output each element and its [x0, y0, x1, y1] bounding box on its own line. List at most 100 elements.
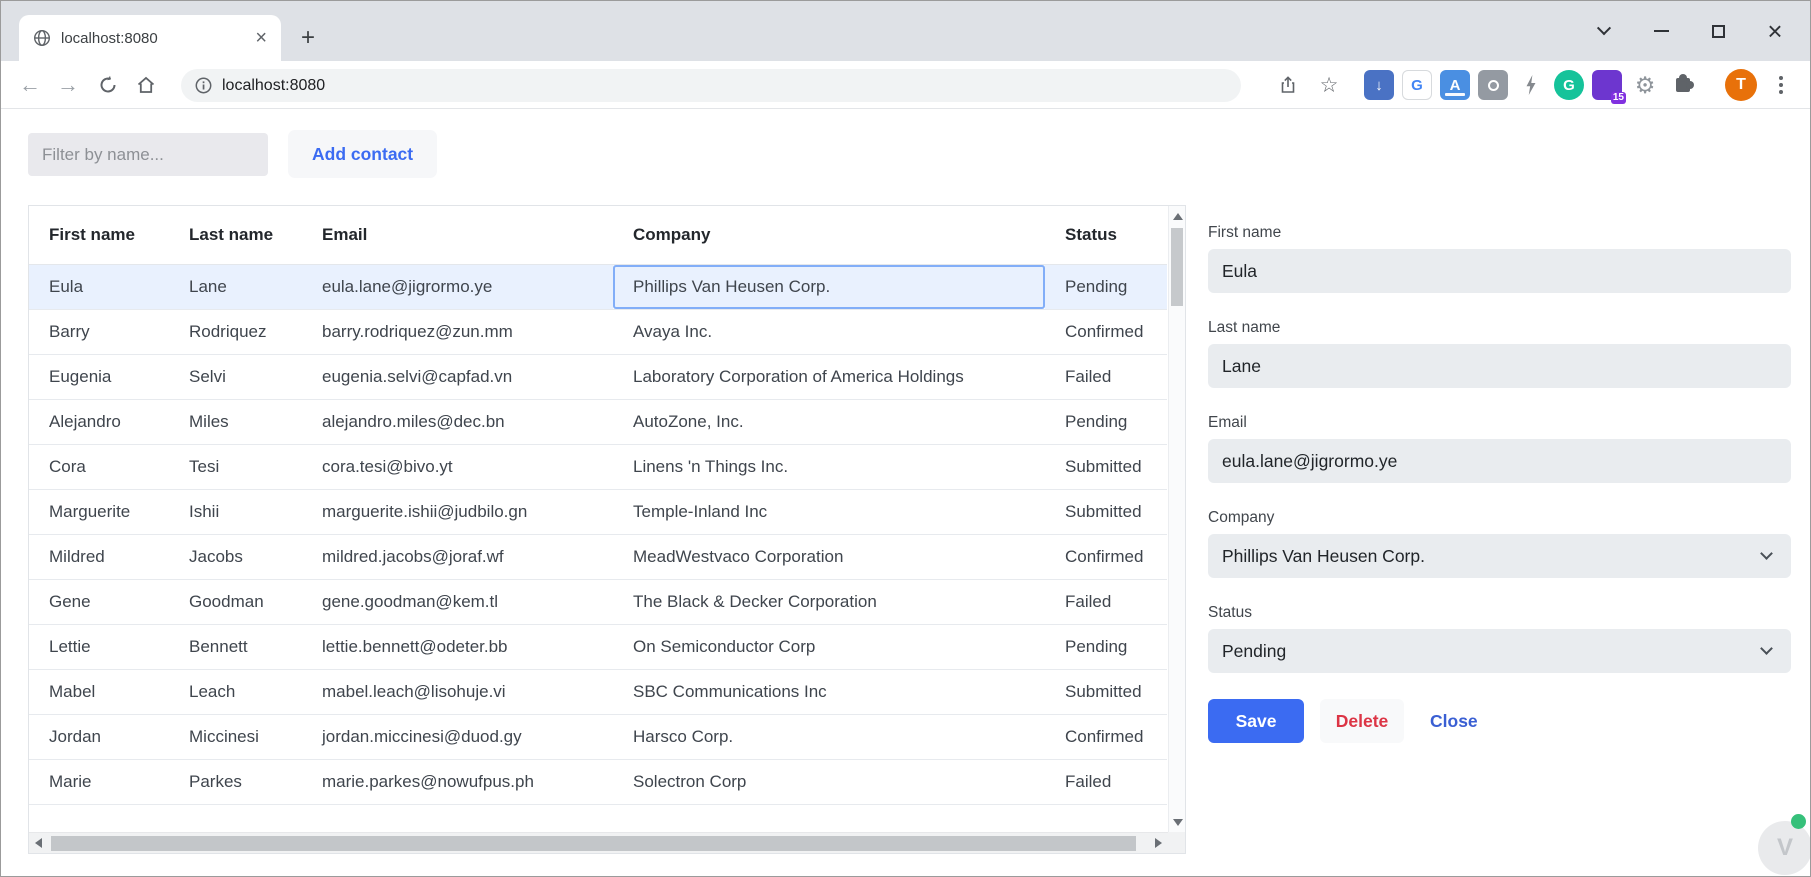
cell-email[interactable]: alejandro.miles@dec.bn [302, 399, 613, 445]
table-row[interactable]: Marguerite Ishii marguerite.ishii@judbilo.… [29, 489, 1167, 535]
cell-last[interactable]: Ishii [169, 489, 302, 535]
delete-button[interactable]: Delete [1320, 699, 1404, 743]
table-row[interactable]: Eugenia Selvi eugenia.selvi@capfad.vn Labor… [29, 354, 1167, 400]
grammarly-extension-icon[interactable]: G [1554, 70, 1584, 100]
cell-email[interactable]: lettie.bennett@odeter.bb [302, 624, 613, 670]
profile-avatar[interactable]: T [1725, 69, 1757, 101]
cell-company[interactable]: The Black & Decker Corporation [613, 579, 1045, 625]
save-button[interactable]: Save [1208, 699, 1304, 743]
cell-first[interactable]: Lettie [29, 624, 169, 670]
cell-status[interactable]: Pending [1045, 624, 1167, 670]
bookmark-star-icon[interactable]: ☆ [1314, 70, 1344, 100]
last-name-field[interactable] [1208, 344, 1791, 388]
cell-last[interactable]: Parkes [169, 759, 302, 805]
company-select[interactable]: Phillips Van Heusen Corp. [1208, 534, 1791, 578]
cell-first[interactable]: Marguerite [29, 489, 169, 535]
cell-company[interactable]: Harsco Corp. [613, 714, 1045, 760]
cell-company[interactable]: Solectron Corp [613, 759, 1045, 805]
cell-status[interactable]: Failed [1045, 354, 1167, 400]
site-info-icon[interactable] [195, 77, 212, 94]
table-row[interactable]: Cora Tesi cora.tesi@bivo.yt Linens 'n Thing… [29, 444, 1167, 490]
browser-tab[interactable]: localhost:8080 × [19, 15, 281, 61]
status-select[interactable]: Pending [1208, 629, 1791, 673]
cell-status[interactable]: Pending [1045, 399, 1167, 445]
cell-status[interactable]: Submitted [1045, 669, 1167, 715]
cell-status[interactable]: Failed [1045, 579, 1167, 625]
cell-email[interactable]: jordan.miccinesi@duod.gy [302, 714, 613, 760]
address-url[interactable]: localhost:8080 [222, 77, 325, 95]
browser-menu-icon[interactable] [1775, 74, 1787, 96]
tab-close-icon[interactable]: × [253, 28, 269, 48]
reload-icon[interactable] [93, 70, 123, 100]
cell-last[interactable]: Miccinesi [169, 714, 302, 760]
cell-first[interactable]: Eula [29, 264, 169, 310]
table-row[interactable]: Eula Lane eula.lane@jigrormo.ye Phillips Va… [29, 264, 1167, 310]
puzzle-extensions-icon[interactable] [1668, 70, 1698, 100]
cell-first[interactable]: Jordan [29, 714, 169, 760]
input-tools-extension-icon[interactable]: A [1440, 70, 1470, 100]
cell-last[interactable]: Jacobs [169, 534, 302, 580]
cell-last[interactable]: Selvi [169, 354, 302, 400]
cell-company[interactable]: MeadWestvaco Corporation [613, 534, 1045, 580]
filter-input[interactable] [28, 133, 268, 176]
window-minimize-button[interactable] [1641, 11, 1681, 51]
table-row[interactable]: Lettie Bennett lettie.bennett@odeter.bb On … [29, 624, 1167, 670]
cell-company[interactable]: SBC Communications Inc [613, 669, 1045, 715]
window-close-button[interactable]: × [1755, 11, 1795, 51]
scroll-left-arrow-icon[interactable] [35, 838, 42, 848]
table-row[interactable]: Marie Parkes marie.parkes@nowufpus.ph Solec… [29, 759, 1167, 805]
cell-last[interactable]: Goodman [169, 579, 302, 625]
cell-email[interactable]: gene.goodman@kem.tl [302, 579, 613, 625]
new-tab-button[interactable]: + [293, 23, 323, 53]
cell-first[interactable]: Marie [29, 759, 169, 805]
horizontal-scroll-thumb[interactable] [51, 836, 1136, 851]
cell-last[interactable]: Tesi [169, 444, 302, 490]
cell-email[interactable]: eula.lane@jigrormo.ye [302, 264, 613, 310]
window-menu-chevron-icon[interactable] [1584, 11, 1624, 51]
table-row[interactable]: Mabel Leach mabel.leach@lisohuje.vi SBC Com… [29, 669, 1167, 715]
purple-extension-icon[interactable]: 15 [1592, 70, 1626, 104]
lightning-extension-icon[interactable] [1516, 70, 1546, 100]
table-row[interactable]: Mildred Jacobs mildred.jacobs@joraf.wf Mead… [29, 534, 1167, 580]
cell-last[interactable]: Miles [169, 399, 302, 445]
cell-company[interactable]: AutoZone, Inc. [613, 399, 1045, 445]
cell-company[interactable]: Temple-Inland Inc [613, 489, 1045, 535]
scroll-down-arrow-icon[interactable] [1173, 819, 1183, 826]
vertical-scroll-thumb[interactable] [1171, 228, 1183, 306]
gear-extension-icon[interactable]: ⚙ [1630, 70, 1660, 100]
cell-status[interactable]: Pending [1045, 264, 1167, 310]
cell-first[interactable]: Alejandro [29, 399, 169, 445]
translate-extension-icon[interactable]: G [1402, 70, 1432, 100]
close-button[interactable]: Close [1430, 699, 1478, 743]
camera-extension-icon[interactable] [1478, 70, 1508, 100]
vertical-scrollbar[interactable] [1168, 206, 1185, 833]
cell-company[interactable]: Avaya Inc. [613, 309, 1045, 355]
scroll-up-arrow-icon[interactable] [1173, 213, 1183, 220]
scroll-right-arrow-icon[interactable] [1155, 838, 1162, 848]
cell-email[interactable]: marguerite.ishii@judbilo.gn [302, 489, 613, 535]
cell-email[interactable]: eugenia.selvi@capfad.vn [302, 354, 613, 400]
cell-status[interactable]: Submitted [1045, 444, 1167, 490]
address-bar[interactable]: localhost:8080 [181, 69, 1241, 102]
back-icon[interactable]: ← [15, 70, 45, 100]
cell-last[interactable]: Lane [169, 264, 302, 310]
cell-first[interactable]: Eugenia [29, 354, 169, 400]
cell-company[interactable]: Linens 'n Things Inc. [613, 444, 1045, 490]
cell-email[interactable]: mabel.leach@lisohuje.vi [302, 669, 613, 715]
home-icon[interactable] [131, 70, 161, 100]
add-contact-button[interactable]: Add contact [288, 130, 438, 178]
table-row[interactable]: Barry Rodriquez barry.rodriquez@zun.mm Avay… [29, 309, 1167, 355]
first-name-field[interactable] [1208, 249, 1791, 293]
cell-first[interactable]: Mildred [29, 534, 169, 580]
table-row[interactable]: Jordan Miccinesi jordan.miccinesi@duod.gy H… [29, 714, 1167, 760]
table-row[interactable]: Alejandro Miles alejandro.miles@dec.bn Auto… [29, 399, 1167, 445]
cell-company[interactable]: On Semiconductor Corp [613, 624, 1045, 670]
cell-first[interactable]: Gene [29, 579, 169, 625]
horizontal-scrollbar[interactable] [29, 832, 1168, 853]
cell-email[interactable]: mildred.jacobs@joraf.wf [302, 534, 613, 580]
email-field[interactable] [1208, 439, 1791, 483]
cell-status[interactable]: Confirmed [1045, 534, 1167, 580]
cell-first[interactable]: Barry [29, 309, 169, 355]
cell-last[interactable]: Bennett [169, 624, 302, 670]
cell-last[interactable]: Rodriquez [169, 309, 302, 355]
